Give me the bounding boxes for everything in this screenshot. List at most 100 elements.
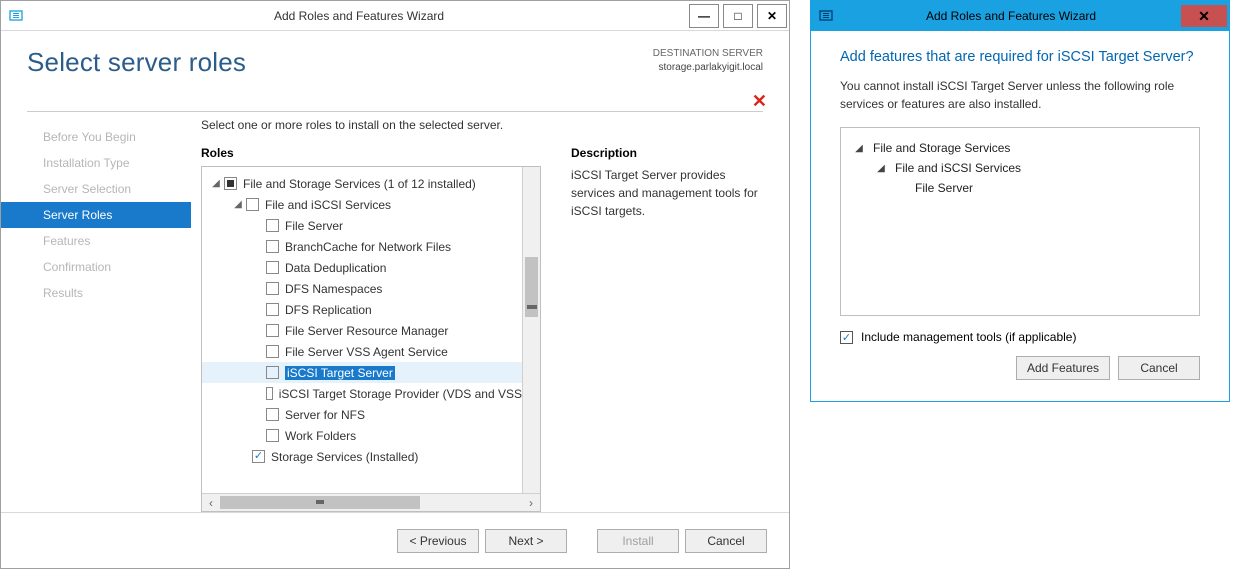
role-label: File Server (285, 219, 343, 233)
role-file-server[interactable]: File Server (202, 215, 522, 236)
role-iscsi-target-server[interactable]: iSCSI Target Server (202, 362, 522, 383)
role-file-iscsi-services[interactable]: ◢ File and iSCSI Services (202, 194, 522, 215)
required-features-dialog: Add Roles and Features Wizard ✕ Add feat… (810, 0, 1230, 402)
role-server-nfs[interactable]: Server for NFS (202, 404, 522, 425)
add-features-button[interactable]: Add Features (1016, 356, 1110, 380)
wizard-body: Select server roles DESTINATION SERVER s… (1, 31, 789, 568)
checkbox[interactable] (266, 282, 279, 295)
vertical-scrollbar[interactable] (522, 167, 540, 493)
role-vss-agent[interactable]: File Server VSS Agent Service (202, 341, 522, 362)
role-label: Data Deduplication (285, 261, 386, 275)
scroll-track[interactable] (220, 494, 522, 511)
role-data-dedup[interactable]: Data Deduplication (202, 257, 522, 278)
step-before-you-begin[interactable]: Before You Begin (1, 124, 191, 150)
checkbox[interactable] (266, 240, 279, 253)
role-branchcache[interactable]: BranchCache for Network Files (202, 236, 522, 257)
popup-cancel-button[interactable]: Cancel (1118, 356, 1200, 380)
role-label: DFS Namespaces (285, 282, 382, 296)
checkbox-checked[interactable] (252, 450, 265, 463)
minimize-button[interactable]: — (689, 4, 719, 28)
popup-body: Add features that are required for iSCSI… (818, 31, 1222, 394)
checkbox[interactable] (266, 408, 279, 421)
req-file-iscsi-services[interactable]: ◢ File and iSCSI Services (849, 158, 1191, 178)
wizard-footer: < Previous Next > Install Cancel (1, 512, 789, 568)
window-controls: — □ ✕ (687, 1, 789, 31)
step-confirmation[interactable]: Confirmation (1, 254, 191, 280)
app-icon (7, 7, 25, 25)
role-iscsi-storage-provider[interactable]: iSCSI Target Storage Provider (VDS and V… (202, 383, 522, 404)
expander-icon[interactable]: ◢ (232, 199, 244, 210)
checkbox[interactable] (266, 303, 279, 316)
role-label: iSCSI Target Server (285, 366, 395, 380)
next-button[interactable]: Next > (485, 529, 567, 553)
req-file-server[interactable]: File Server (849, 178, 1191, 198)
role-dfs-replication[interactable]: DFS Replication (202, 299, 522, 320)
checkbox[interactable] (266, 429, 279, 442)
checkbox[interactable] (266, 345, 279, 358)
destination-server: storage.parlakyigit.local (653, 61, 763, 75)
role-label: File and Storage Services (1 of 12 insta… (243, 177, 476, 191)
popup-heading: Add features that are required for iSCSI… (840, 49, 1200, 65)
roles-area: Select one or more roles to install on t… (191, 112, 789, 512)
checkbox[interactable] (266, 261, 279, 274)
app-icon (817, 7, 835, 25)
roles-tree-scroll[interactable]: ◢ File and Storage Services (1 of 12 ins… (202, 167, 522, 493)
checkbox[interactable] (266, 387, 273, 400)
scroll-left-icon[interactable]: ‹ (202, 496, 220, 510)
close-button[interactable]: ✕ (757, 4, 787, 28)
roles-label: Roles (201, 146, 541, 160)
role-label: File and iSCSI Services (265, 198, 391, 212)
wizard-content: Before You Begin Installation Type Serve… (1, 112, 789, 512)
scroll-right-icon[interactable]: › (522, 496, 540, 510)
install-button[interactable]: Install (597, 529, 679, 553)
popup-footer: Add Features Cancel (840, 356, 1200, 380)
scrollbar-grip (316, 500, 324, 504)
role-fsrm[interactable]: File Server Resource Manager (202, 320, 522, 341)
popup-close-button[interactable]: ✕ (1181, 5, 1227, 27)
popup-text: You cannot install iSCSI Target Server u… (840, 77, 1200, 113)
step-server-selection[interactable]: Server Selection (1, 176, 191, 202)
role-label: BranchCache for Network Files (285, 240, 451, 254)
checkbox[interactable] (266, 219, 279, 232)
destination-label: DESTINATION SERVER (653, 47, 763, 61)
error-close-icon[interactable]: ✕ (752, 91, 767, 112)
popup-titlebar: Add Roles and Features Wizard ✕ (811, 1, 1229, 31)
role-label: File Server Resource Manager (285, 324, 448, 338)
req-file-storage-services[interactable]: ◢ File and Storage Services (849, 138, 1191, 158)
roles-columns: Roles ◢ File and Storage Services (1 of … (201, 146, 767, 512)
scrollbar-grip (527, 305, 537, 309)
previous-button[interactable]: < Previous (397, 529, 479, 553)
popup-title: Add Roles and Features Wizard (841, 9, 1181, 23)
checkbox[interactable] (266, 324, 279, 337)
role-dfs-namespaces[interactable]: DFS Namespaces (202, 278, 522, 299)
wizard-title: Add Roles and Features Wizard (31, 9, 687, 23)
maximize-button[interactable]: □ (723, 4, 753, 28)
step-installation-type[interactable]: Installation Type (1, 150, 191, 176)
req-label: File and Storage Services (873, 141, 1010, 155)
role-label: Work Folders (285, 429, 356, 443)
role-storage-services[interactable]: Storage Services (Installed) (202, 446, 522, 467)
role-work-folders[interactable]: Work Folders (202, 425, 522, 446)
roles-tree: ◢ File and Storage Services (1 of 12 ins… (201, 166, 541, 512)
step-server-roles[interactable]: Server Roles (1, 202, 191, 228)
include-mgmt-checkbox[interactable]: ✓ (840, 331, 853, 344)
wizard-header: Select server roles DESTINATION SERVER s… (1, 31, 789, 111)
step-results[interactable]: Results (1, 280, 191, 306)
role-label: DFS Replication (285, 303, 372, 317)
expander-icon[interactable]: ◢ (853, 143, 865, 154)
include-mgmt-tools-row[interactable]: ✓ Include management tools (if applicabl… (840, 330, 1200, 344)
role-label: File Server VSS Agent Service (285, 345, 448, 359)
role-file-storage-services[interactable]: ◢ File and Storage Services (1 of 12 ins… (202, 173, 522, 194)
required-features-tree: ◢ File and Storage Services ◢ File and i… (840, 127, 1200, 316)
horizontal-scrollbar[interactable]: ‹ › (202, 493, 540, 511)
step-features[interactable]: Features (1, 228, 191, 254)
page-heading: Select server roles (27, 47, 246, 78)
expander-icon[interactable]: ◢ (875, 163, 887, 174)
expander-icon[interactable]: ◢ (210, 178, 222, 189)
cancel-button[interactable]: Cancel (685, 529, 767, 553)
checkbox-tristate[interactable] (224, 177, 237, 190)
checkbox[interactable] (246, 198, 259, 211)
checkbox[interactable] (266, 366, 279, 379)
roles-column: Roles ◢ File and Storage Services (1 of … (201, 146, 541, 512)
role-label: Server for NFS (285, 408, 365, 422)
